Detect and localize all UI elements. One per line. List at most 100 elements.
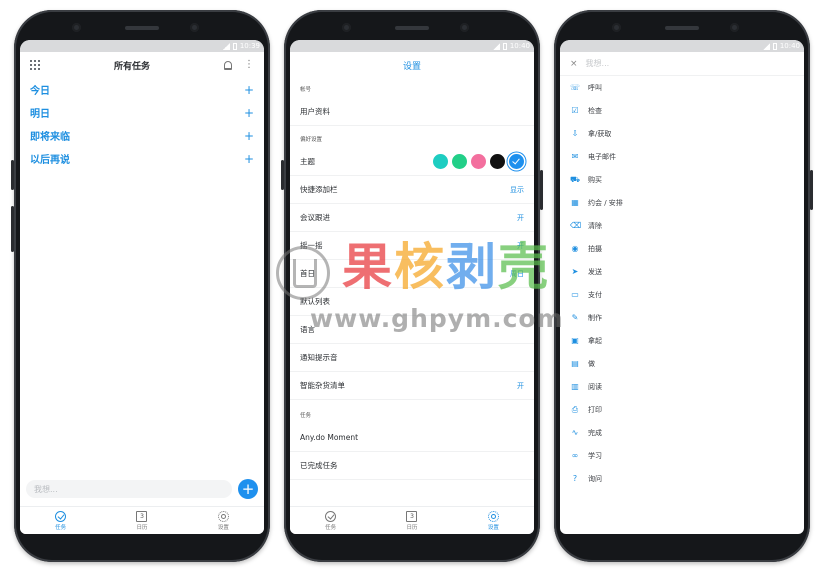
action-label: 询问 <box>588 474 602 483</box>
calendar-icon: 3 <box>406 510 418 522</box>
setting-label: 智能杂货清单 <box>300 381 345 390</box>
check-circle-icon <box>325 510 337 522</box>
action-label: 打印 <box>588 405 602 414</box>
setting-default-list[interactable]: 默认列表 <box>290 288 534 316</box>
quick-add-input[interactable]: 我想... <box>26 480 232 498</box>
action-item[interactable]: ☏ 呼叫 <box>560 76 804 99</box>
setting-quick-add-bar[interactable]: 快捷添加栏 显示 <box>290 176 534 204</box>
camera-icon: ◉ <box>571 243 579 253</box>
setting-label: 首日 <box>300 269 315 278</box>
nav-calendar[interactable]: 3 日历 <box>101 507 182 534</box>
action-item[interactable]: ✎ 制作 <box>560 306 804 329</box>
nav-label: 日历 <box>136 524 148 531</box>
action-label: 阅读 <box>588 382 602 391</box>
screen-settings: 10:40 设置 帐号 用户资料 偏好设置 主题 快捷添加栏 显示 会议跟进 开… <box>290 40 534 534</box>
setting-value: 显示 <box>510 185 524 194</box>
nav-calendar[interactable]: 3 日历 <box>371 507 452 534</box>
action-label: 呼叫 <box>588 83 602 92</box>
action-item[interactable]: ▣ 拿起 <box>560 329 804 352</box>
setting-value: 周日 <box>510 269 524 278</box>
front-camera-icon <box>460 23 469 32</box>
phone-icon: ☏ <box>570 82 581 92</box>
phone-tasks: 10:39 所有任务 ⋮ 今日 + 明日 + 即将来临 + 以后再说 + 我想.… <box>11 10 270 562</box>
setting-label: 主题 <box>300 157 315 166</box>
setting-label: 快捷添加栏 <box>300 185 338 194</box>
tasks-header: 所有任务 ⋮ <box>20 52 264 78</box>
page-title: 所有任务 <box>113 61 150 72</box>
screenshot-stage: 10:39 所有任务 ⋮ 今日 + 明日 + 即将来临 + 以后再说 + 我想.… <box>0 0 824 576</box>
action-item[interactable]: ▦ 约会 / 安排 <box>560 191 804 214</box>
group-label: 以后再说 <box>30 155 70 166</box>
setting-shake[interactable]: 摇一摇 开 <box>290 232 534 260</box>
theme-swatch-black[interactable] <box>490 154 505 169</box>
action-label: 拿起 <box>588 336 602 345</box>
add-task-plus-icon[interactable]: + <box>244 83 254 97</box>
group-today[interactable]: 今日 + <box>20 78 264 101</box>
theme-swatch-blue[interactable] <box>509 154 524 169</box>
bottom-nav: 任务 3 日历 设置 <box>290 506 534 534</box>
quick-add-bar: 我想... + <box>26 478 258 500</box>
action-item[interactable]: ⎙ 打印 <box>560 398 804 421</box>
front-camera-icon <box>190 23 199 32</box>
close-icon[interactable]: × <box>570 59 578 69</box>
speaker-grille <box>395 26 429 30</box>
action-item[interactable]: ◉ 拍摄 <box>560 237 804 260</box>
action-item[interactable]: ⌫ 清除 <box>560 214 804 237</box>
setting-label: Any.do Moment <box>300 433 359 442</box>
setting-first-day[interactable]: 首日 周日 <box>290 260 534 288</box>
action-label: 清除 <box>588 221 602 230</box>
setting-smart-grocery[interactable]: 智能杂货清单 开 <box>290 372 534 400</box>
check-circle-icon <box>55 510 67 522</box>
battery-icon <box>232 42 237 50</box>
action-item[interactable]: ▤ 做 <box>560 352 804 375</box>
action-item[interactable]: ⛟ 购买 <box>560 168 804 191</box>
sensor-icon <box>612 23 621 32</box>
search-input[interactable]: 我想... <box>586 58 610 69</box>
setting-notification-sound[interactable]: 通知提示音 <box>290 344 534 372</box>
action-item[interactable]: ☑ 检查 <box>560 99 804 122</box>
group-upcoming[interactable]: 即将来临 + <box>20 124 264 147</box>
add-task-plus-icon[interactable]: + <box>244 106 254 120</box>
theme-swatch-green[interactable] <box>452 154 467 169</box>
apps-grid-icon[interactable] <box>30 60 40 70</box>
nav-settings[interactable]: 设置 <box>453 507 534 534</box>
action-item[interactable]: ∿ 完成 <box>560 421 804 444</box>
question-icon: ? <box>572 473 578 483</box>
action-label: 检查 <box>588 106 602 115</box>
more-icon[interactable]: ⋮ <box>244 60 254 70</box>
setting-completed-tasks[interactable]: 已完成任务 <box>290 452 534 480</box>
nav-tasks[interactable]: 任务 <box>20 507 101 534</box>
group-someday[interactable]: 以后再说 + <box>20 147 264 170</box>
setting-label: 摇一摇 <box>300 241 323 250</box>
setting-meeting-followup[interactable]: 会议跟进 开 <box>290 204 534 232</box>
action-item[interactable]: ∞ 学习 <box>560 444 804 467</box>
bottom-nav: 任务 3 日历 设置 <box>20 506 264 534</box>
setting-profile[interactable]: 用户资料 <box>290 98 534 126</box>
cart-icon: ⛟ <box>570 174 581 184</box>
add-button[interactable]: + <box>238 479 258 499</box>
action-item[interactable]: ▥ 阅读 <box>560 375 804 398</box>
theme-swatch-teal[interactable] <box>433 154 448 169</box>
action-item[interactable]: ⇩ 拿/获取 <box>560 122 804 145</box>
action-item[interactable]: ▭ 支付 <box>560 283 804 306</box>
setting-anydo-moment[interactable]: Any.do Moment <box>290 424 534 452</box>
clean-icon: ⌫ <box>570 220 582 230</box>
bell-icon[interactable] <box>223 60 232 70</box>
nav-settings[interactable]: 设置 <box>183 507 264 534</box>
mail-icon: ✉ <box>571 151 579 161</box>
theme-swatch-pink[interactable] <box>471 154 486 169</box>
check-list-icon: ☑ <box>571 105 579 115</box>
glasses-icon: ∞ <box>571 450 579 460</box>
add-task-plus-icon[interactable]: + <box>244 152 254 166</box>
action-item[interactable]: ➤ 发送 <box>560 260 804 283</box>
action-item[interactable]: ? 询问 <box>560 467 804 490</box>
group-tomorrow[interactable]: 明日 + <box>20 101 264 124</box>
action-item[interactable]: ✉ 电子邮件 <box>560 145 804 168</box>
setting-language[interactable]: 语言 <box>290 316 534 344</box>
nav-tasks[interactable]: 任务 <box>290 507 371 534</box>
add-task-plus-icon[interactable]: + <box>244 129 254 143</box>
setting-label: 默认列表 <box>300 297 330 306</box>
group-label: 明日 <box>30 109 50 120</box>
setting-theme[interactable]: 主题 <box>290 148 534 176</box>
action-label: 电子邮件 <box>588 152 616 161</box>
